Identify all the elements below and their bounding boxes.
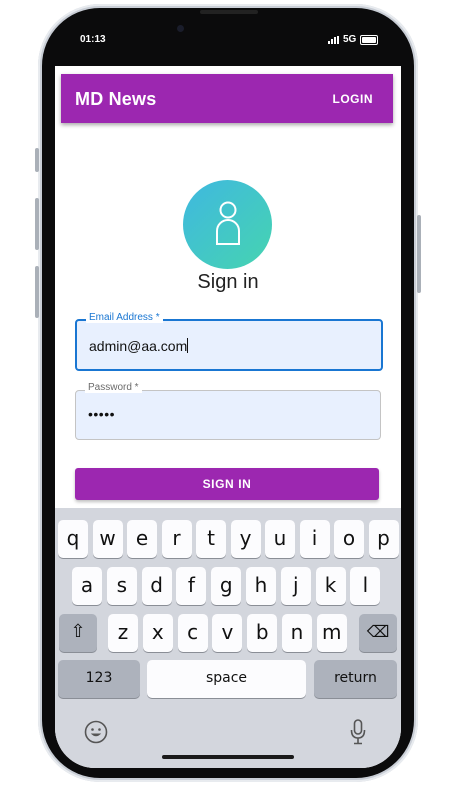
- home-indicator: [162, 755, 294, 759]
- status-indicators: 5G: [328, 34, 379, 45]
- key-h[interactable]: h: [246, 567, 276, 605]
- network-label: 5G: [343, 34, 357, 45]
- volume-down-button: [35, 266, 39, 318]
- app-title: MD News: [75, 89, 157, 109]
- app-screen: MD News LOGIN Sign in Email Address * ad…: [55, 66, 401, 768]
- key-d[interactable]: d: [141, 567, 172, 605]
- email-field[interactable]: Email Address * admin@aa.com: [75, 312, 383, 371]
- key-m[interactable]: m: [316, 614, 347, 652]
- key-i[interactable]: i: [299, 520, 330, 558]
- password-field[interactable]: Password * •••••: [75, 382, 381, 440]
- key-e[interactable]: e: [127, 520, 157, 558]
- key-w[interactable]: w: [92, 520, 123, 558]
- key-c[interactable]: c: [177, 614, 208, 652]
- text-caret: [187, 338, 189, 353]
- shift-key[interactable]: ⇧: [59, 614, 97, 652]
- key-n[interactable]: n: [282, 614, 312, 652]
- person-icon: [216, 201, 240, 245]
- key-b[interactable]: b: [247, 614, 278, 652]
- key-z[interactable]: z: [108, 614, 138, 652]
- page-title: Sign in: [197, 271, 259, 293]
- key-f[interactable]: f: [176, 567, 207, 605]
- app-bar: MD News LOGIN: [61, 74, 393, 123]
- mute-switch: [35, 148, 39, 172]
- emoji-icon[interactable]: [84, 720, 108, 744]
- key-r[interactable]: r: [161, 520, 192, 558]
- earpiece-speaker: [200, 10, 258, 14]
- email-value: admin@aa.com: [89, 338, 188, 354]
- numbers-key[interactable]: 123: [58, 660, 140, 698]
- key-u[interactable]: u: [265, 520, 295, 558]
- key-a[interactable]: a: [72, 567, 102, 605]
- power-button: [417, 215, 421, 293]
- backspace-key[interactable]: ⌫: [359, 614, 397, 652]
- key-t[interactable]: t: [196, 520, 226, 558]
- battery-icon: [360, 34, 379, 45]
- login-button[interactable]: LOGIN: [333, 92, 374, 106]
- status-bar: 01:13 5G: [0, 26, 456, 56]
- key-s[interactable]: s: [106, 567, 137, 605]
- key-o[interactable]: o: [334, 520, 364, 558]
- password-value: •••••: [88, 406, 116, 422]
- key-y[interactable]: y: [230, 520, 261, 558]
- key-l[interactable]: l: [350, 567, 381, 605]
- key-p[interactable]: p: [368, 520, 399, 558]
- user-avatar: [183, 180, 272, 269]
- return-key[interactable]: return: [314, 660, 397, 698]
- key-v[interactable]: v: [212, 614, 243, 652]
- password-label: Password *: [85, 382, 142, 393]
- sign-in-button[interactable]: SIGN IN: [75, 468, 379, 500]
- volume-up-button: [35, 198, 39, 250]
- key-k[interactable]: k: [315, 567, 346, 605]
- key-g[interactable]: g: [211, 567, 242, 605]
- key-x[interactable]: x: [142, 614, 173, 652]
- space-key[interactable]: space: [147, 660, 306, 698]
- email-value-wrap: admin@aa.com: [89, 338, 189, 354]
- email-label: Email Address *: [86, 312, 163, 323]
- key-j[interactable]: j: [280, 567, 311, 605]
- signal-icon: [328, 35, 339, 44]
- microphone-icon[interactable]: [350, 719, 366, 745]
- key-q[interactable]: q: [58, 520, 88, 558]
- status-time: 01:13: [80, 34, 106, 45]
- on-screen-keyboard: qwertyuiop asdfghjkl zxcvbnm ⇧ ⌫ 123 spa…: [55, 508, 401, 768]
